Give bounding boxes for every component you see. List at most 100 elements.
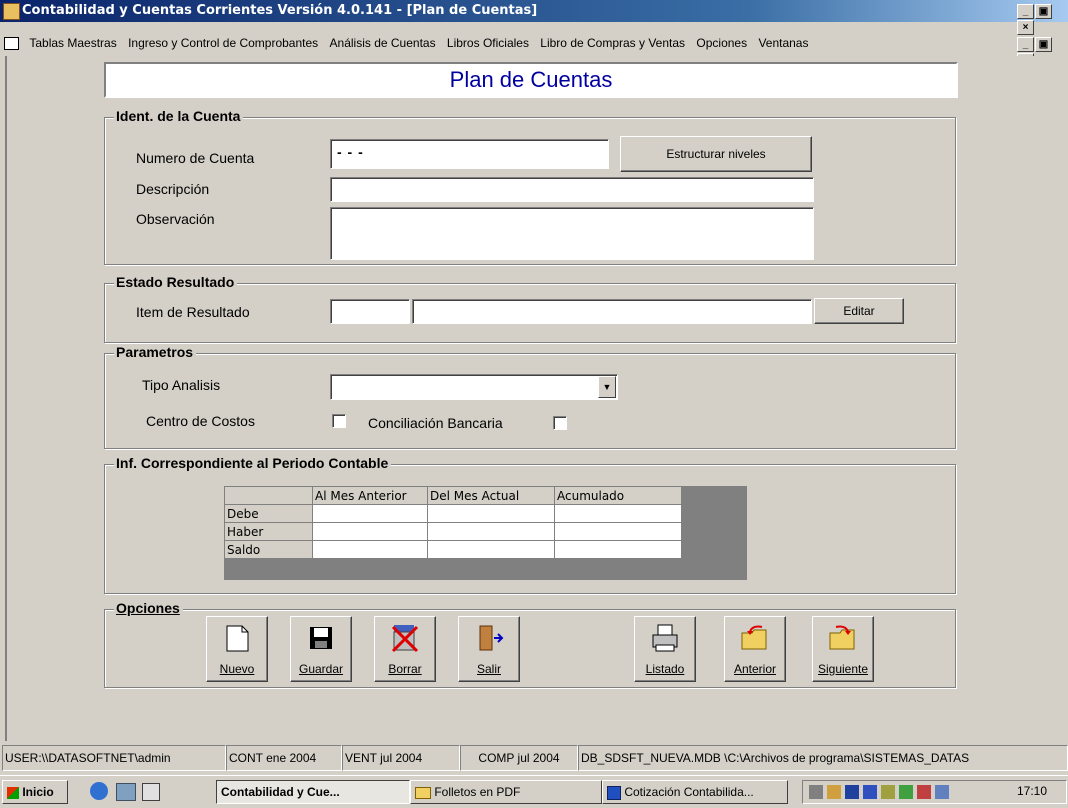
tipo-analisis-select[interactable]: ▼	[330, 374, 618, 400]
borrar-label: Borrar	[388, 662, 422, 676]
status-bar: USER:\\DATASOFTNET\admin CONT ene 2004 V…	[0, 743, 1068, 773]
table-row: Debe	[224, 504, 682, 523]
quicklaunch-app-icon[interactable]	[142, 783, 160, 801]
task-folletos-pdf[interactable]: Folletos en PDF	[410, 780, 602, 804]
antivirus-icon[interactable]	[863, 785, 877, 799]
table-cell[interactable]	[554, 504, 682, 523]
column-header[interactable]: Del Mes Actual	[427, 486, 555, 505]
start-button[interactable]: Inicio	[2, 780, 68, 804]
network-icon[interactable]	[899, 785, 913, 799]
numero-cuenta-input[interactable]: - - -	[330, 139, 609, 169]
mdi-child-icon[interactable]	[4, 37, 19, 51]
item-resultado-desc-input[interactable]	[412, 299, 812, 324]
internet-explorer-icon[interactable]	[90, 782, 108, 800]
anterior-button[interactable]: Anterior	[724, 616, 786, 682]
borrar-button[interactable]: Borrar	[374, 616, 436, 682]
show-desktop-icon[interactable]	[116, 783, 136, 801]
start-label: Inicio	[22, 785, 54, 799]
column-header[interactable]: Acumulado	[554, 486, 682, 505]
table-cell[interactable]	[312, 504, 428, 523]
table-row: Haber	[224, 522, 682, 541]
periodo-group-title: Inf. Correspondiente al Periodo Contable	[114, 455, 392, 471]
menu-opciones[interactable]: Opciones	[692, 32, 751, 54]
restore-button[interactable]: ▣	[1035, 4, 1052, 19]
folder-back-icon	[741, 625, 767, 650]
observacion-input[interactable]	[330, 207, 814, 260]
status-cont: CONT ene 2004	[226, 745, 342, 771]
app-icon[interactable]	[3, 3, 20, 20]
table-cell[interactable]	[427, 504, 555, 523]
row-header: Haber	[224, 522, 313, 541]
clock[interactable]: 17:10	[1017, 784, 1047, 798]
observacion-label: Observación	[136, 211, 215, 227]
column-header[interactable]: Al Mes Anterior	[312, 486, 428, 505]
item-resultado-label: Item de Resultado	[136, 304, 250, 320]
table-row: Saldo	[224, 540, 682, 559]
salir-button[interactable]: Salir	[458, 616, 520, 682]
table-cell[interactable]	[312, 522, 428, 541]
header-corner	[224, 486, 313, 505]
guardar-label: Guardar	[298, 662, 344, 676]
windows-logo-icon	[7, 786, 19, 799]
minimize-button[interactable]: _	[1017, 4, 1034, 19]
tray-app-icon[interactable]	[827, 785, 841, 799]
window-controls: _ ▣×	[1016, 3, 1068, 35]
menu-ventanas[interactable]: Ventanas	[754, 32, 812, 54]
editar-button[interactable]: Editar	[814, 298, 904, 324]
language-icon[interactable]	[845, 785, 859, 799]
menu-libro-compras-ventas[interactable]: Libro de Compras y Ventas	[536, 32, 689, 54]
salir-label: Salir	[476, 662, 501, 676]
folder-icon	[415, 786, 431, 799]
opciones-group-title: Opciones	[114, 600, 183, 616]
menu-ingreso-control[interactable]: Ingreso y Control de Comprobantes	[124, 32, 322, 54]
table-cell[interactable]	[312, 540, 428, 559]
conciliacion-checkbox[interactable]	[553, 416, 567, 430]
guardar-button[interactable]: Guardar	[290, 616, 352, 682]
taskbar: Inicio Contabilidad y Cue... Folletos en…	[0, 775, 1068, 808]
centro-costos-checkbox[interactable]	[332, 414, 346, 428]
periodo-grid[interactable]: Al Mes Anterior Del Mes Actual Acumulado…	[224, 486, 747, 580]
menu-libros-oficiales[interactable]: Libros Oficiales	[443, 32, 533, 54]
task-folletos-label: Folletos en PDF	[434, 785, 521, 799]
dropdown-arrow-icon[interactable]: ▼	[598, 376, 616, 398]
tray-app-icon[interactable]	[881, 785, 895, 799]
table-cell[interactable]	[427, 522, 555, 541]
menu-analisis-cuentas[interactable]: Análisis de Cuentas	[326, 32, 440, 54]
table-cell[interactable]	[427, 540, 555, 559]
periodo-table: Al Mes Anterior Del Mes Actual Acumulado…	[224, 486, 682, 559]
table-cell[interactable]	[554, 522, 682, 541]
parametros-group	[104, 353, 956, 449]
listado-label: Listado	[645, 662, 685, 676]
child-restore-button[interactable]: ▣	[1035, 37, 1052, 52]
title-bar: Contabilidad y Cuentas Corrientes Versió…	[0, 0, 1068, 35]
task-contabilidad[interactable]: Contabilidad y Cue...	[216, 780, 410, 804]
folder-forward-icon	[829, 625, 855, 650]
volume-icon[interactable]	[809, 785, 823, 799]
tray-app-icon[interactable]	[935, 785, 949, 799]
tipo-analisis-label: Tipo Analisis	[142, 377, 221, 393]
form-title: Plan de Cuentas	[449, 67, 613, 92]
nuevo-button[interactable]: Nuevo	[206, 616, 268, 682]
tray-app-icon[interactable]	[917, 785, 931, 799]
anterior-label: Anterior	[733, 662, 777, 676]
row-header: Saldo	[224, 540, 313, 559]
system-tray: 17:10	[802, 780, 1067, 804]
nuevo-label: Nuevo	[219, 662, 255, 676]
estructurar-niveles-button[interactable]: Estructurar niveles	[620, 136, 812, 172]
descripcion-label: Descripción	[136, 181, 210, 197]
menu-bar: Tablas Maestras Ingreso y Control de Com…	[0, 32, 1068, 68]
table-cell[interactable]	[554, 540, 682, 559]
form-header: Plan de Cuentas	[104, 62, 958, 98]
listado-button[interactable]: Listado	[634, 616, 696, 682]
status-db: DB_SDSFT_NUEVA.MDB \C:\Archivos de progr…	[578, 745, 1068, 771]
siguiente-button[interactable]: Siguiente	[812, 616, 874, 682]
descripcion-input[interactable]	[330, 177, 814, 202]
conciliacion-label: Conciliación Bancaria	[368, 415, 503, 431]
window-title: Contabilidad y Cuentas Corrientes Versió…	[22, 3, 538, 18]
siguiente-label: Siguiente	[817, 662, 869, 676]
task-cotizacion[interactable]: Cotización Contabilida...	[602, 780, 788, 804]
child-minimize-button[interactable]: _	[1017, 37, 1034, 52]
item-resultado-code-input[interactable]	[330, 299, 410, 324]
word-document-icon	[607, 785, 621, 800]
menu-tablas-maestras[interactable]: Tablas Maestras	[25, 32, 120, 54]
